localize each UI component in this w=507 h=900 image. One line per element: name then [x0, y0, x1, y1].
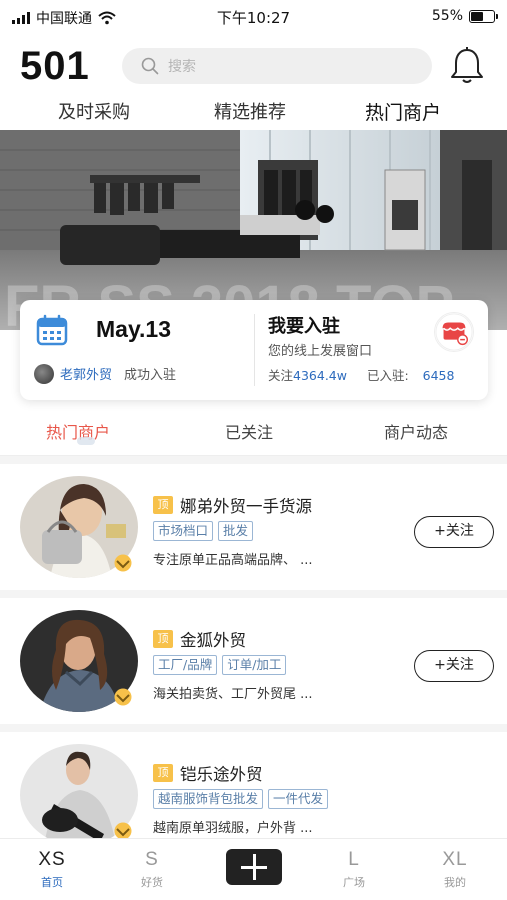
merchant-tag: 工厂/品牌: [153, 655, 218, 675]
promo-joined-text: 成功入驻: [124, 368, 177, 383]
crown-icon: [114, 688, 132, 706]
merchant-item[interactable]: 顶 金狐外贸 工厂/品牌 订单/加工 海关拍卖货、工厂外贸尾 ... +关注: [0, 598, 507, 724]
merchant-tags: 工厂/品牌 订单/加工: [153, 655, 287, 675]
nav-square-label: 广场: [343, 876, 365, 889]
merchant-avatar: [34, 364, 54, 384]
merchant-desc: 专注原单正品高端品牌、 ...: [153, 553, 313, 568]
search-placeholder: 搜索: [168, 59, 196, 75]
nav-goods-size: S: [145, 849, 159, 870]
nav-goods-label: 好货: [141, 876, 163, 889]
crown-icon: [114, 554, 132, 572]
follow-label: 关注: [268, 368, 294, 383]
merchant-tags: 越南服饰背包批发 一件代发: [153, 789, 329, 809]
merchant-tag: 越南服饰背包批发: [153, 789, 264, 809]
join-stats: 关注4364.4w 已入驻: 6458: [268, 365, 454, 384]
merchant-tags: 市场档口 批发: [153, 521, 254, 541]
subtab-indicator: [77, 437, 95, 445]
status-right: 55%: [431, 8, 498, 24]
nav-square-size: L: [348, 849, 360, 870]
merchant-tag: 市场档口: [153, 521, 214, 541]
card-divider: [254, 314, 255, 386]
joined-label: 已入驻:: [366, 368, 409, 383]
merchant-name[interactable]: 娜弟外贸一手货源: [180, 493, 312, 517]
promo-card[interactable]: May.13 老郭外贸 成功入驻 我要入驻 您的线上发展窗口 关注4364.4w…: [20, 300, 488, 400]
battery-icon: [469, 9, 498, 23]
add-post-button[interactable]: [226, 849, 282, 885]
nav-home-label: 首页: [41, 876, 63, 889]
subtab-following[interactable]: 已关注: [225, 419, 273, 443]
follow-button[interactable]: +关注: [414, 516, 494, 548]
status-bar: 中国联通 下午10:27 55%: [0, 0, 507, 34]
top-tabs: 及时采购 精选推荐 热门商户: [0, 96, 507, 128]
merchant-desc: 海关拍卖货、工厂外贸尾 ...: [153, 687, 313, 702]
nav-goods[interactable]: S 好货: [122, 849, 182, 890]
nav-home[interactable]: XS 首页: [22, 849, 82, 890]
battery-fill: [471, 11, 484, 21]
nav-mine[interactable]: XL 我的: [425, 849, 485, 890]
follow-count: 4364.4w: [293, 368, 347, 383]
list-separator: [0, 724, 507, 732]
join-subtitle: 您的线上发展窗口: [268, 344, 373, 359]
merchant-tag: 订单/加工: [222, 655, 287, 675]
list-separator: [0, 590, 507, 598]
joined-count: 6458: [422, 368, 455, 383]
brand-logo: 501: [20, 44, 90, 88]
tab-timely-purchase[interactable]: 及时采购: [58, 98, 130, 124]
bottom-nav: XS 首页 S 好货 L 广场 XL 我的: [0, 838, 507, 900]
join-title[interactable]: 我要入驻: [268, 312, 340, 338]
merchant-tag: 批发: [218, 521, 254, 541]
follow-button[interactable]: +关注: [414, 650, 494, 682]
list-separator: [0, 456, 507, 464]
search-icon: [141, 57, 159, 75]
nav-square[interactable]: L 广场: [324, 849, 384, 890]
shop-icon[interactable]: [434, 312, 474, 352]
subtab-merchant-news[interactable]: 商户动态: [384, 419, 448, 443]
bell-icon[interactable]: [448, 46, 486, 86]
top-badge: 顶: [153, 496, 173, 514]
merchant-name[interactable]: 金狐外贸: [180, 627, 246, 651]
battery-percent: 55%: [431, 8, 463, 24]
nav-mine-label: 我的: [444, 876, 466, 889]
search-bar[interactable]: 搜索: [122, 48, 432, 84]
merchant-name[interactable]: 铠乐途外贸: [180, 761, 263, 785]
merchant-desc: 越南原单羽绒服，户外背 ...: [153, 821, 313, 836]
top-badge: 顶: [153, 630, 173, 648]
promo-merchant-link[interactable]: 老郭外贸: [60, 364, 112, 383]
nav-mine-size: XL: [442, 849, 468, 870]
merchant-tag: 一件代发: [268, 789, 329, 809]
promo-date: May.13: [96, 316, 172, 342]
tab-featured[interactable]: 精选推荐: [214, 98, 286, 124]
sub-tabs: 热门商户 已关注 商户动态: [0, 412, 507, 456]
nav-home-size: XS: [38, 849, 66, 870]
calendar-icon: [36, 314, 68, 346]
top-badge: 顶: [153, 764, 173, 782]
tab-hot-merchants[interactable]: 热门商户: [365, 98, 441, 125]
merchant-item[interactable]: 顶 娜弟外贸一手货源 市场档口 批发 专注原单正品高端品牌、 ... +关注: [0, 464, 507, 590]
